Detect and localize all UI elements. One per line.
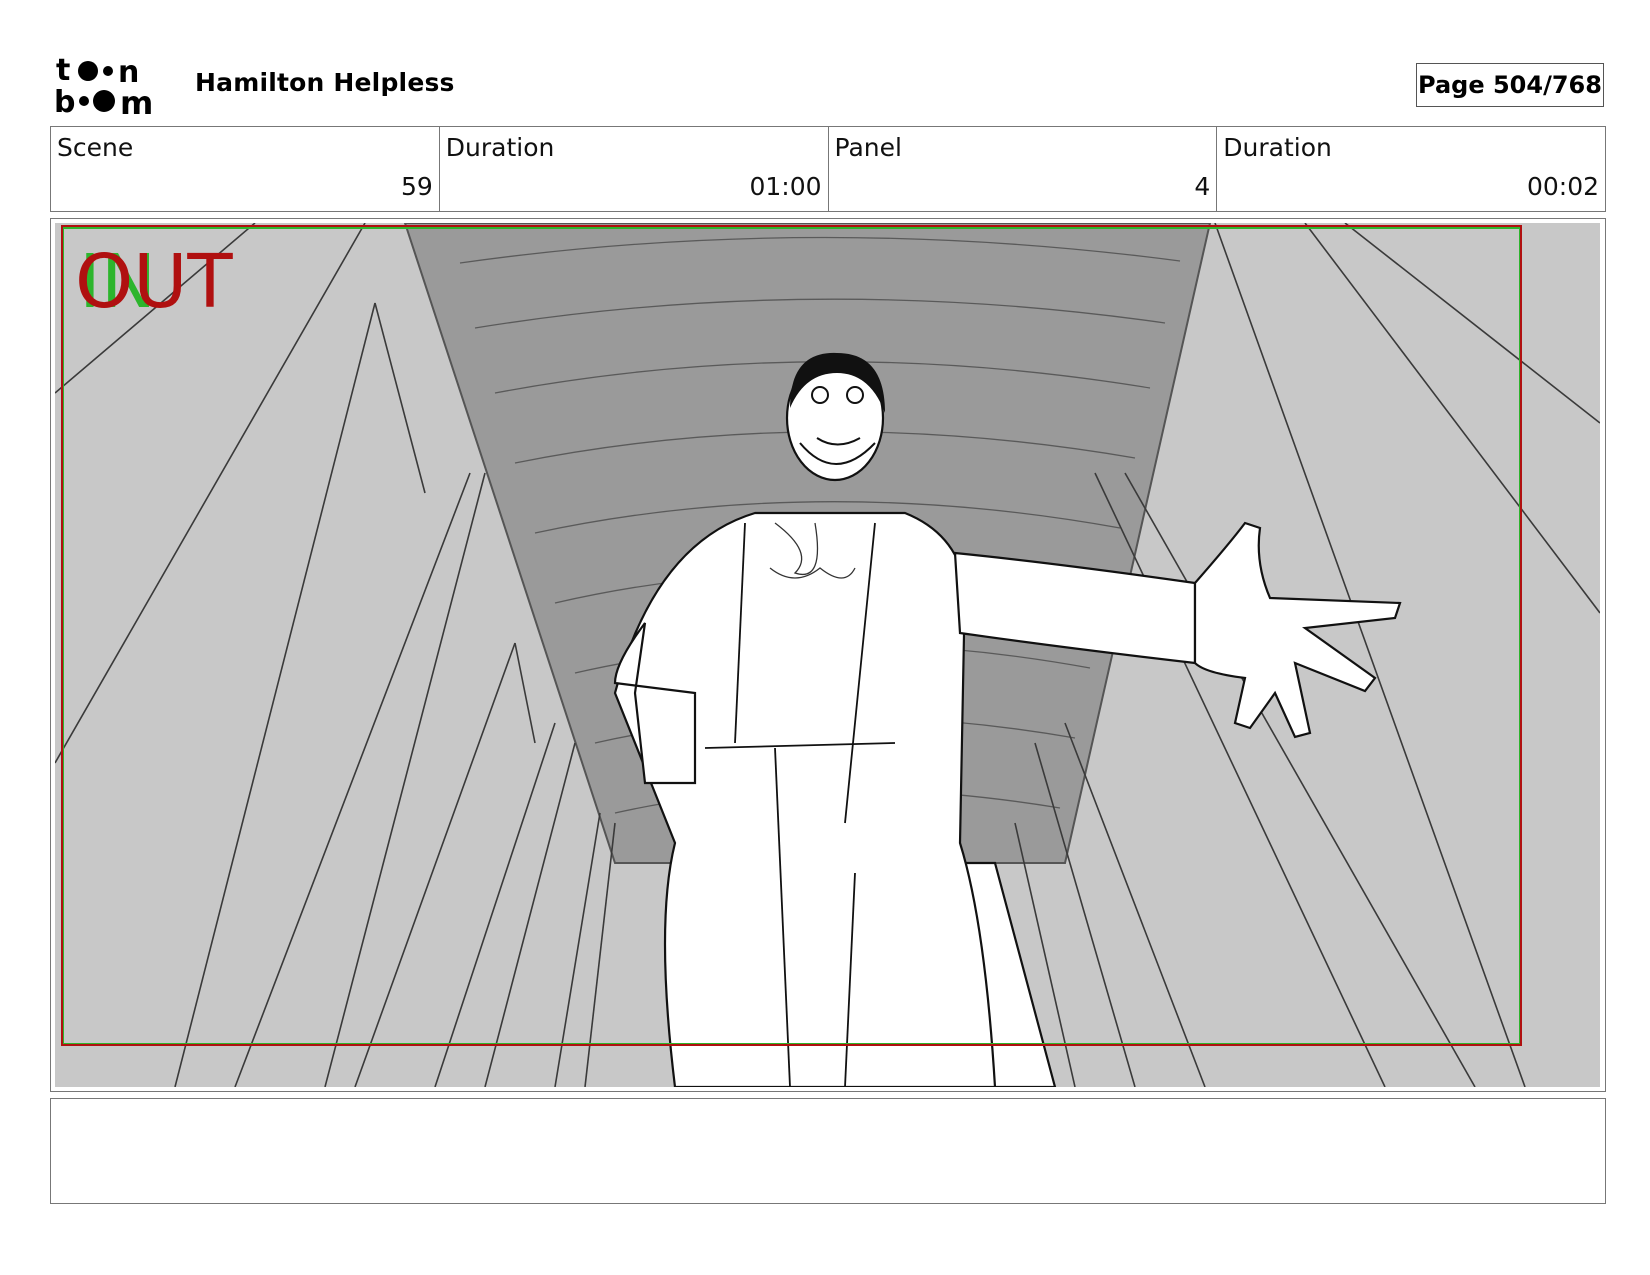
- scene-label: Scene: [57, 133, 134, 162]
- panel-duration-label: Duration: [1223, 133, 1332, 162]
- svg-text:t: t: [56, 54, 70, 88]
- panel-duration-cell: Duration 00:02: [1217, 127, 1605, 211]
- toon-boom-logo: t n b m: [54, 54, 153, 116]
- project-title: Hamilton Helpless: [195, 68, 455, 97]
- page-number: Page 504/768: [1416, 63, 1604, 107]
- svg-text:m: m: [120, 84, 153, 116]
- scene-duration-cell: Duration 01:00: [440, 127, 829, 211]
- panel-label: Panel: [834, 133, 902, 162]
- scene-value: 59: [400, 172, 433, 201]
- svg-text:b: b: [54, 85, 75, 116]
- panel-cell: Panel 4: [829, 127, 1218, 211]
- out-marker: OUT: [75, 239, 233, 325]
- scene-cell: Scene 59: [51, 127, 440, 211]
- scene-duration-label: Duration: [445, 133, 555, 162]
- panel-drawing: [55, 223, 1600, 1087]
- panel-value: 4: [1194, 172, 1211, 201]
- scene-duration-value: 01:00: [749, 172, 822, 201]
- panel-notes-box: [50, 1098, 1606, 1204]
- panel-info-row: Scene 59 Duration 01:00 Panel 4 Duration…: [50, 126, 1606, 212]
- panel-duration-value: 00:02: [1526, 172, 1599, 201]
- storyboard-panel: IN OUT: [50, 218, 1606, 1092]
